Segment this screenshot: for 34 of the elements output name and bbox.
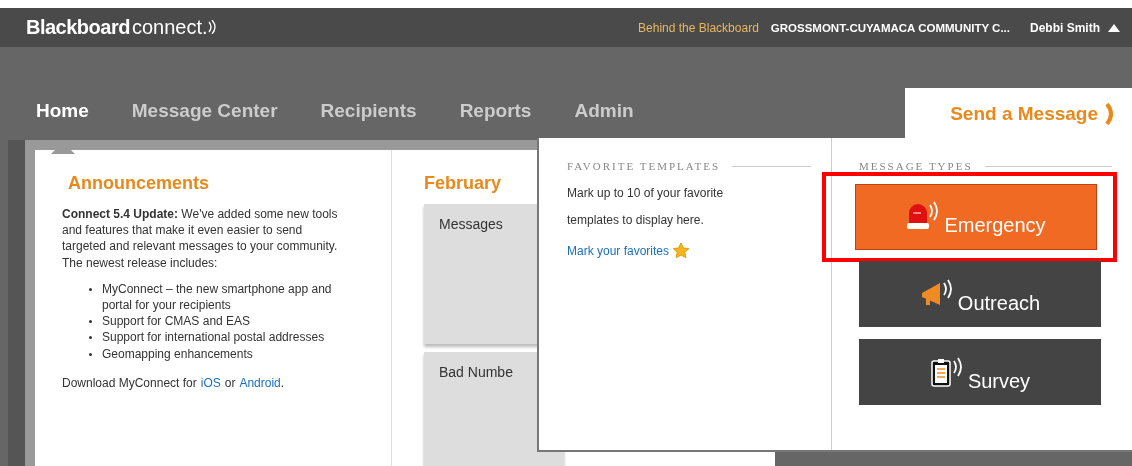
- clipboard-icon: [929, 357, 964, 387]
- logo-wordmark: Blackboard: [26, 16, 130, 39]
- message-type-button[interactable]: Emergency: [855, 184, 1097, 250]
- nav-tab[interactable]: Recipients: [310, 96, 427, 126]
- nav-tab[interactable]: Reports: [449, 96, 542, 126]
- section-title: Announcements: [68, 173, 210, 194]
- nav-tab[interactable]: Admin: [564, 96, 644, 126]
- signal-icon: [207, 20, 216, 34]
- section-heading: FAVORITE TEMPLATES: [567, 160, 721, 172]
- message-type-button[interactable]: Survey: [859, 339, 1101, 405]
- siren-icon: [906, 201, 941, 231]
- star-icon: [672, 242, 691, 260]
- section-heading: MESSAGE TYPES: [859, 160, 973, 172]
- feature-item: Geomapping enhancements: [102, 346, 253, 361]
- message-type-button[interactable]: Outreach: [859, 261, 1101, 327]
- nav-tab[interactable]: Message Center: [121, 96, 288, 126]
- user-name[interactable]: Debbi Smith: [1030, 20, 1100, 35]
- favorites-link[interactable]: Mark your favorites: [567, 244, 670, 258]
- period-text: .: [280, 375, 285, 390]
- logo-suffix: connect.: [131, 16, 208, 39]
- feature-item: Support for CMAS and EAS: [102, 314, 251, 329]
- ios-link[interactable]: iOS: [200, 375, 221, 390]
- or-text: or: [224, 375, 236, 390]
- favorites-text: Mark up to 10 of your favorite templates to display here.: [567, 185, 725, 229]
- nav-tab[interactable]: Home: [26, 96, 99, 126]
- blackboard-link[interactable]: Behind the Blackboard: [638, 20, 759, 35]
- announcement-text: Connect 5.4 Update: We've added some new tools and features that make it even easier to send targeted and relevant messages to your community. The newest release includes:: [62, 206, 339, 271]
- feature-item: Support for international postal addresses: [102, 330, 325, 345]
- download-text: Download MyConnect for: [62, 375, 197, 390]
- feature-item: MyConnect – the new smartphone app and portal for your recipients: [102, 281, 332, 312]
- caret-icon[interactable]: [1108, 23, 1120, 32]
- section-title: February: [424, 173, 503, 194]
- android-link[interactable]: Android: [239, 375, 281, 390]
- organization-name: GROSSMONT-CUYAMACA COMMUNITY C...: [770, 21, 1010, 34]
